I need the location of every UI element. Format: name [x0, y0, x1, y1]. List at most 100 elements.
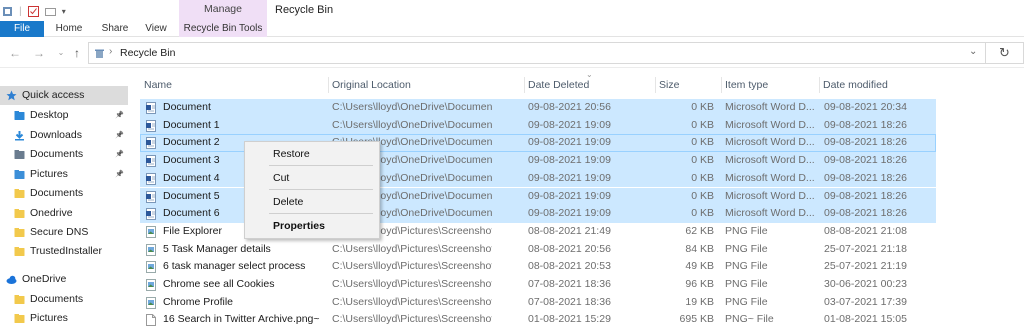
properties-icon[interactable] — [27, 5, 39, 17]
cell-modified: 25-07-2021 21:18 — [824, 242, 907, 255]
nav-item-label: Downloads — [30, 129, 82, 141]
cell-modified: 01-08-2021 15:05 — [824, 313, 907, 326]
address-bar[interactable]: › Recycle Bin ⌄ — [88, 42, 986, 64]
nav-item-label: Pictures — [30, 312, 68, 324]
cell-deleted: 07-08-2021 18:36 — [528, 295, 611, 308]
cell-type: PNG~ File — [725, 313, 774, 326]
menu-separator — [269, 213, 373, 214]
cell-type: Microsoft Word D... — [725, 101, 815, 113]
recycle-bin-icon — [95, 49, 104, 58]
table-row[interactable]: Chrome see all Cookies C:\Users\lloyd\Pic… — [140, 276, 936, 294]
table-row[interactable]: Document C:\Users\lloyd\OneDrive\Document… — [140, 99, 936, 117]
nav-item-downloads[interactable]: Downloads 📌 — [0, 126, 128, 145]
word-doc-icon — [146, 190, 156, 203]
manage-label[interactable]: Manage — [179, 3, 267, 15]
cell-size: 49 KB — [685, 260, 714, 273]
nav-item-pictures[interactable]: Pictures 📌 — [0, 165, 128, 184]
column-header-name[interactable]: Name — [140, 75, 328, 95]
folder-icon — [14, 189, 25, 198]
pin-icon: 📌 — [115, 171, 124, 178]
table-row[interactable]: Document 1 C:\Users\lloyd\OneDrive\Docume… — [140, 116, 936, 135]
cell-deleted: 01-08-2021 15:29 — [528, 313, 611, 326]
nav-item-label: Desktop — [30, 109, 69, 121]
desktop-folder-icon — [14, 111, 25, 120]
tab-home[interactable]: Home — [52, 21, 86, 37]
menu-item-restore[interactable]: Restore — [245, 144, 379, 164]
menu-separator — [269, 189, 373, 190]
cell-type: Microsoft Word D... — [725, 136, 815, 149]
forward-arrow-icon[interactable]: → — [32, 46, 46, 60]
menu-item-cut[interactable]: Cut — [245, 168, 379, 188]
folder-icon — [14, 209, 25, 218]
address-dropdown-icon[interactable]: ⌄ — [969, 46, 977, 57]
tab-share[interactable]: Share — [96, 21, 134, 37]
menu-item-properties[interactable]: Properties — [245, 216, 379, 236]
pin-icon: 📌 — [115, 151, 124, 158]
column-header-original-location[interactable]: Original Location — [328, 75, 524, 95]
table-row[interactable]: 6 task manager select process C:\Users\ll… — [140, 258, 936, 276]
new-folder-icon[interactable] — [44, 6, 56, 17]
tab-file[interactable]: File — [0, 21, 44, 37]
window-title: Recycle Bin — [275, 4, 334, 16]
column-header-date-modified[interactable]: Date modified — [819, 75, 937, 95]
nav-item-onedrive[interactable]: Onedrive — [0, 204, 128, 223]
cell-modified: 09-08-2021 18:26 — [824, 171, 907, 184]
tab-view[interactable]: View — [142, 21, 170, 37]
nav-item-label: Quick access — [22, 89, 85, 101]
tab-recycle-bin-tools[interactable]: Recycle Bin Tools — [179, 21, 267, 37]
nav-item-documents[interactable]: Documents — [0, 184, 128, 203]
nav-item-label: Onedrive — [30, 207, 73, 219]
nav-item-trustedinstaller[interactable]: TrustedInstaller — [0, 242, 128, 261]
nav-item-desktop[interactable]: Desktop 📌 — [0, 106, 128, 125]
cell-type: Microsoft Word D... — [725, 189, 815, 202]
recent-locations-chevron-icon[interactable]: ⌄ — [54, 46, 68, 60]
navigation-bar: ← → ⌄ ↑ › Recycle Bin ⌄ ↻ — [0, 38, 1024, 68]
cell-deleted: 07-08-2021 18:36 — [528, 278, 611, 290]
context-menu: Restore Cut Delete Properties — [244, 141, 380, 239]
cell-name: 6 task manager select process — [163, 260, 306, 273]
nav-item-label: TrustedInstaller — [30, 245, 102, 257]
cell-location: C:\Users\lloyd\Pictures\Screenshots\Trus… — [332, 260, 492, 273]
nav-item-quick-access[interactable]: Quick access — [0, 86, 128, 105]
nav-item-label: OneDrive — [22, 273, 67, 285]
folder-icon — [14, 247, 25, 256]
menu-separator — [269, 165, 373, 166]
word-doc-icon — [146, 208, 156, 221]
star-icon — [6, 90, 17, 101]
cell-name: Document 1 — [163, 118, 220, 131]
breadcrumb-chevron-icon[interactable]: › — [109, 46, 112, 57]
table-row[interactable]: Chrome Profile C:\Users\lloyd\Pictures\Sc… — [140, 294, 936, 312]
breadcrumb-recycle-bin[interactable]: Recycle Bin — [120, 47, 175, 59]
menu-item-delete[interactable]: Delete — [245, 192, 379, 212]
cell-deleted: 08-08-2021 21:49 — [528, 224, 611, 237]
cell-modified: 09-08-2021 18:26 — [824, 207, 907, 220]
nav-item-label: Pictures — [30, 168, 68, 180]
png-file-icon — [146, 243, 156, 256]
nav-item-documents[interactable]: Documents 📌 — [0, 145, 128, 164]
column-header-size[interactable]: Size — [655, 75, 721, 95]
cell-type: Microsoft Word D... — [725, 207, 815, 220]
refresh-icon[interactable]: ↻ — [986, 42, 1024, 64]
nav-item-label: Documents — [30, 293, 84, 305]
nav-item-label: Documents — [30, 187, 84, 199]
table-row[interactable]: 5 Task Manager details C:\Users\lloyd\Pic… — [140, 241, 936, 259]
folder-icon — [14, 228, 25, 237]
nav-item-documents[interactable]: Documents — [0, 290, 128, 309]
up-arrow-icon[interactable]: ↑ — [70, 46, 84, 60]
nav-item-pictures[interactable]: Pictures — [0, 309, 128, 328]
cell-type: PNG File — [725, 224, 768, 237]
cell-size: 0 KB — [691, 171, 714, 184]
cell-location: C:\Users\lloyd\OneDrive\Documents — [332, 101, 492, 113]
cell-modified: 30-06-2021 00:23 — [824, 278, 907, 290]
nav-item-onedrive[interactable]: OneDrive — [0, 270, 128, 289]
cell-location: C:\Users\lloyd\Pictures\Screenshots\Trus… — [332, 242, 492, 255]
cell-size: 0 KB — [691, 207, 714, 220]
column-header-item-type[interactable]: Item type — [721, 75, 819, 95]
cell-name: 5 Task Manager details — [163, 242, 271, 255]
ribbon-tabs: File Home Share View Recycle Bin Tools — [0, 21, 1024, 37]
qat-dropdown-icon[interactable]: ▾ — [62, 7, 66, 16]
table-row[interactable]: 16 Search in Twitter Archive.png~ C:\User… — [140, 311, 936, 329]
cell-deleted: 09-08-2021 19:09 — [528, 154, 611, 167]
nav-item-secure-dns[interactable]: Secure DNS — [0, 223, 128, 242]
back-arrow-icon[interactable]: ← — [8, 46, 22, 60]
